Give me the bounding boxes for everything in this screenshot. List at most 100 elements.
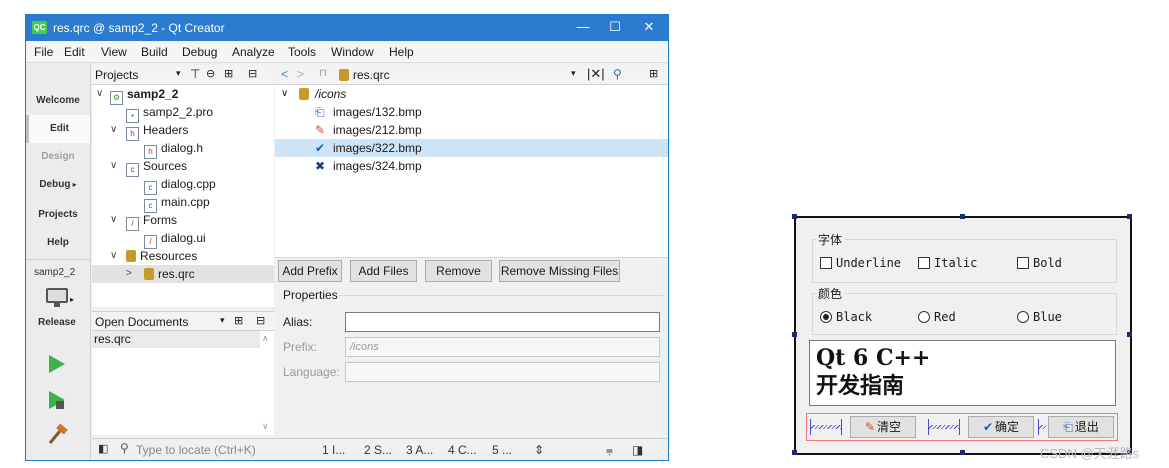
resize-handle[interactable]: [960, 450, 965, 455]
class-view-icon[interactable]: ⚲: [613, 67, 622, 81]
split-editor-icon[interactable]: ⊞: [649, 67, 658, 80]
tree-node-res-qrc[interactable]: > res.qrc: [92, 265, 274, 283]
close-document-icon[interactable]: |✕|: [587, 66, 605, 82]
dialog-form-preview: 字体 Underline Italic Bold 颜色 Black Red Bl…: [792, 214, 1132, 455]
tree-node-pro-file[interactable]: ▪ samp2_2.pro: [126, 103, 213, 123]
build-hammer-icon[interactable]: [46, 423, 70, 447]
minimize-button[interactable]: —: [568, 17, 598, 37]
resize-handle[interactable]: [792, 450, 797, 455]
bold-label: Bold: [1033, 256, 1062, 270]
blue-radio[interactable]: Blue: [1017, 310, 1062, 324]
remove-button[interactable]: Remove: [425, 260, 492, 282]
monitor-icon[interactable]: [46, 288, 68, 303]
bold-checkbox[interactable]: Bold: [1017, 256, 1062, 270]
tree-node-project[interactable]: ∨ ⚙ samp2_2: [96, 85, 179, 105]
run-icon[interactable]: [46, 353, 68, 375]
black-radio[interactable]: Black: [820, 310, 872, 324]
resize-handle[interactable]: [1127, 214, 1132, 219]
menu-analyze[interactable]: Analyze: [232, 45, 275, 59]
tree-node-headers[interactable]: ∨ h Headers: [110, 121, 188, 141]
clear-button[interactable]: ✎ 清空: [850, 416, 916, 438]
link-icon[interactable]: ⊖: [206, 67, 215, 80]
menu-file[interactable]: File: [34, 45, 53, 59]
locator-input[interactable]: Type to locate (Ctrl+K): [136, 443, 256, 457]
menu-build[interactable]: Build: [141, 45, 168, 59]
plain-text-edit[interactable]: Qt 6 C++ 开发指南: [809, 340, 1116, 406]
tree-node-dialog-cpp[interactable]: c dialog.cpp: [144, 175, 216, 195]
window-title: res.qrc @ samp2_2 - Qt Creator: [53, 21, 225, 35]
scroll-down-icon[interactable]: ∨: [262, 421, 269, 432]
tree-node-dialog-ui[interactable]: / dialog.ui: [144, 229, 206, 249]
mode-edit[interactable]: Edit: [26, 115, 90, 143]
mode-projects[interactable]: Projects: [26, 201, 90, 229]
tree-node-dialog-h[interactable]: h dialog.h: [144, 139, 203, 159]
editor-file-name[interactable]: res.qrc: [353, 68, 390, 82]
prefix-input[interactable]: /icons: [345, 337, 660, 357]
red-radio[interactable]: Red: [918, 310, 956, 324]
resource-prefix-node[interactable]: ∨ /icons: [275, 85, 668, 103]
menu-help[interactable]: Help: [389, 45, 414, 59]
split-icon[interactable]: ⊞: [234, 314, 243, 327]
mode-welcome[interactable]: Welcome: [26, 87, 90, 115]
output-tab-app-output[interactable]: 3 A...: [406, 443, 433, 457]
projects-view-selector[interactable]: Projects: [95, 68, 138, 82]
maximize-button[interactable]: ☐: [600, 17, 630, 37]
filter-icon[interactable]: ⊤: [190, 67, 200, 81]
progress-icon[interactable]: ⩦: [606, 443, 613, 458]
dropdown-arrow-icon[interactable]: ▾: [220, 315, 225, 326]
close-pane-icon[interactable]: ⊟: [248, 67, 257, 80]
toggle-sidebar-icon[interactable]: ◧: [98, 442, 108, 455]
resize-handle[interactable]: [792, 332, 797, 337]
remove-missing-files-button[interactable]: Remove Missing Files: [499, 260, 620, 282]
tree-node-forms[interactable]: ∨ / Forms: [110, 211, 177, 231]
scroll-up-icon[interactable]: ∧: [262, 333, 269, 344]
ok-button[interactable]: ✔ 确定: [968, 416, 1034, 438]
resize-handle[interactable]: [1127, 332, 1132, 337]
open-documents-title[interactable]: Open Documents: [95, 315, 188, 329]
resource-row[interactable]: ⎗ images/132.bmp: [275, 103, 668, 121]
menu-debug[interactable]: Debug: [182, 45, 217, 59]
add-files-button[interactable]: Add Files: [350, 260, 417, 282]
language-input[interactable]: [345, 362, 660, 382]
debug-run-icon[interactable]: [46, 389, 68, 411]
dropdown-arrow-icon[interactable]: ▾: [571, 68, 576, 79]
alias-input[interactable]: [345, 312, 660, 332]
output-tabs-arrows-icon[interactable]: ⇕: [534, 443, 544, 457]
split-icon[interactable]: ⊞: [224, 67, 233, 80]
menu-tools[interactable]: Tools: [288, 45, 316, 59]
open-document-item[interactable]: res.qrc: [92, 331, 260, 348]
mode-design[interactable]: Design: [26, 143, 90, 171]
exit-button[interactable]: ⎗ 退出: [1048, 416, 1114, 438]
resource-row[interactable]: ✖ images/324.bmp: [275, 157, 668, 175]
close-pane-icon[interactable]: ⊟: [256, 314, 265, 327]
mode-help[interactable]: Help: [26, 229, 90, 257]
close-button[interactable]: ✕: [634, 17, 664, 37]
tree-node-main-cpp[interactable]: c main.cpp: [144, 193, 210, 213]
italic-checkbox[interactable]: Italic: [918, 256, 977, 270]
dropdown-arrow-icon[interactable]: ▾: [176, 68, 181, 79]
tree-node-resources[interactable]: ∨ Resources: [110, 247, 197, 265]
unlock-icon[interactable]: ⊓: [319, 68, 327, 79]
menu-edit[interactable]: Edit: [64, 45, 85, 59]
output-tab-search[interactable]: 2 S...: [364, 443, 392, 457]
resource-row[interactable]: ✎ images/212.bmp: [275, 121, 668, 139]
toggle-output-icon[interactable]: ◨: [632, 443, 643, 457]
output-tab-compile[interactable]: 4 C...: [448, 443, 477, 457]
resize-handle[interactable]: [792, 214, 797, 219]
project-icon: ⚙: [110, 91, 123, 105]
output-tab-issues[interactable]: 1 I...: [322, 443, 345, 457]
menu-window[interactable]: Window: [331, 45, 374, 59]
output-tab-more[interactable]: 5 ...: [492, 443, 512, 457]
resize-handle[interactable]: [960, 214, 965, 219]
resource-row-selected[interactable]: ✔ images/322.bmp: [275, 139, 668, 157]
radio-circle: [1017, 311, 1029, 323]
add-prefix-button[interactable]: Add Prefix: [278, 260, 342, 282]
back-icon[interactable]: <: [281, 67, 288, 81]
tree-label: samp2_2: [127, 87, 179, 101]
tree-node-sources[interactable]: ∨ c Sources: [110, 157, 187, 177]
menu-view[interactable]: View: [101, 45, 127, 59]
mode-debug[interactable]: Debug ▸: [26, 171, 90, 199]
mode-debug-label: Debug: [39, 179, 71, 190]
underline-checkbox[interactable]: Underline: [820, 256, 901, 270]
forward-icon[interactable]: >: [297, 67, 304, 81]
